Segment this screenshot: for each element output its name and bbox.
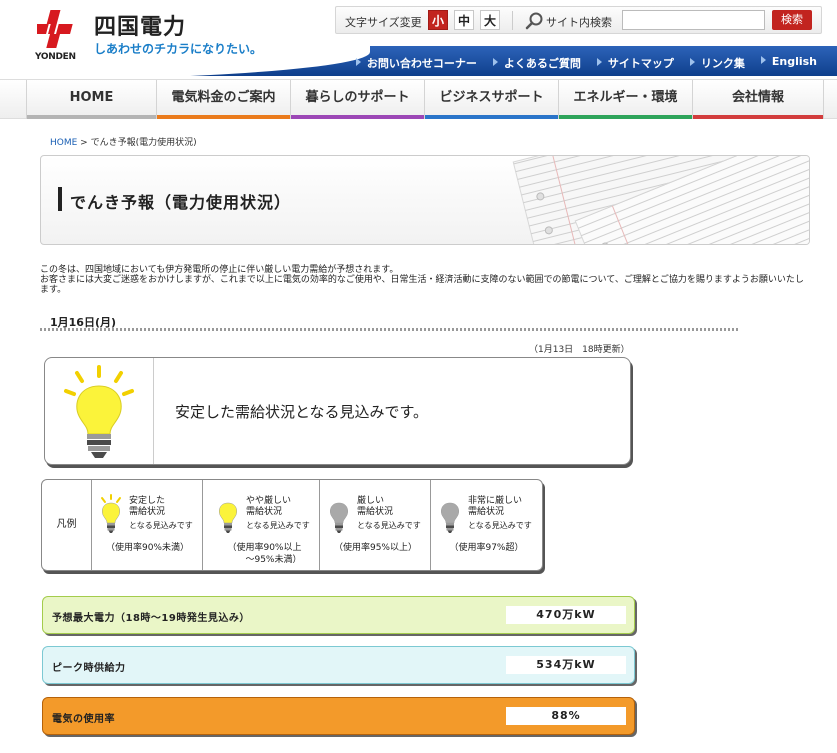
legend-title: 非常に厳しい 需給状況	[468, 496, 523, 517]
nav-color-bar	[157, 115, 290, 119]
brand-en: YONDEN	[35, 52, 76, 62]
breadcrumb-current: でんき予報(電力使用状況)	[90, 138, 197, 148]
nav-item-living-support[interactable]: 暮らしのサポート	[291, 80, 425, 119]
legend-usage: （使用率90%未満）	[105, 543, 189, 553]
page-title: でんき予報（電力使用状況）	[70, 193, 292, 212]
header-link-links[interactable]: リンク集	[689, 55, 745, 71]
breadcrumb-home-link[interactable]: HOME	[50, 138, 77, 148]
global-nav: HOME 電気料金のご案内 暮らしのサポート ビジネスサポート エネルギー・環境…	[0, 79, 837, 119]
peak-supply-box: ピーク時供給力 534万kW	[42, 646, 635, 684]
usage-rate-label: 電気の使用率	[52, 714, 115, 725]
font-size-medium-button[interactable]: 中	[454, 10, 474, 30]
breadcrumb-separator: >	[77, 138, 91, 148]
search-input[interactable]	[622, 10, 765, 30]
peak-supply-label: ピーク時供給力	[52, 663, 126, 674]
intro-line-1: この冬は、四国地域においても伊方発電所の停止に伴い厳しい電力需給が予想されます。	[40, 265, 399, 275]
legend-sub: となる見込みです	[129, 521, 193, 530]
divider	[153, 358, 154, 464]
arrow-icon	[492, 58, 498, 66]
lightbulb-icon	[219, 502, 237, 533]
divider	[512, 11, 513, 30]
nav-item-company[interactable]: 会社情報	[693, 80, 824, 119]
arrow-icon	[760, 56, 766, 64]
arrow-icon	[596, 58, 602, 66]
legend-title: やや厳しい 需給状況	[246, 496, 292, 517]
legend-box: 凡例 安定した 需給状況 となる見込みです （使用率90%未満） やや厳しい 需…	[41, 479, 543, 571]
lightbulb-icon	[101, 494, 121, 533]
search-label: サイト内検索	[546, 16, 612, 29]
header-link-english[interactable]: English	[760, 55, 817, 71]
date-underline	[40, 328, 740, 331]
legend-title: 安定した 需給状況	[129, 496, 166, 517]
nav-item-rates[interactable]: 電気料金のご案内	[157, 80, 291, 119]
page-title-box: でんき予報（電力使用状況）	[40, 155, 810, 245]
legend-sub: となる見込みです	[246, 521, 310, 530]
peak-demand-box: 予想最大電力（18時～19時発生見込み） 470万kW	[42, 596, 635, 634]
nav-item-energy-environment[interactable]: エネルギー・環境	[559, 80, 693, 119]
update-time: （1月13日 18時更新）	[529, 345, 630, 355]
nav-color-bar	[425, 115, 558, 119]
legend-item: 非常に厳しい 需給状況 となる見込みです （使用率97%超）	[431, 480, 542, 570]
nav-color-bar	[693, 115, 823, 119]
legend-item: 安定した 需給状況 となる見込みです （使用率90%未満）	[92, 480, 203, 570]
legend-item: やや厳しい 需給状況 となる見込みです （使用率90%以上 ～95%未満）	[209, 480, 320, 570]
peak-supply-value: 534万kW	[506, 656, 626, 674]
arrow-icon	[355, 58, 361, 66]
forecast-message: 安定した需給状況となる見込みです。	[175, 403, 429, 421]
intro-line-2: お客さまには大変ご迷惑をおかけしますが、これまで以上に電気の効率的なご使用や、日…	[40, 275, 804, 295]
lightbulb-icon	[330, 502, 348, 533]
brand-tagline: しあわせのチカラになりたい。	[94, 42, 263, 56]
peak-demand-label: 予想最大電力（18時～19時発生見込み）	[52, 613, 250, 624]
brand-name[interactable]: 四国電力	[94, 9, 186, 41]
yonden-logo-icon[interactable]	[37, 8, 89, 52]
legend-title: 厳しい 需給状況	[357, 496, 394, 517]
utility-bar: 文字サイズ変更 小 中 大 サイト内検索 検索	[335, 6, 822, 34]
arrow-icon	[689, 58, 695, 66]
breadcrumb: HOME > でんき予報(電力使用状況)	[50, 135, 197, 148]
nav-color-bar	[291, 115, 424, 119]
header-link-faq[interactable]: よくあるご質問	[492, 55, 581, 71]
legend-usage: （使用率97%超）	[449, 543, 524, 553]
usage-rate-box: 電気の使用率 88%	[42, 697, 635, 735]
site-header: 四国電力 YONDEN しあわせのチカラになりたい。 文字サイズ変更 小 中 大…	[0, 0, 837, 80]
nav-color-bar	[559, 115, 692, 119]
header-link-contact[interactable]: お問い合わせコーナー	[355, 55, 477, 71]
intro-text: この冬は、四国地域においても伊方発電所の停止に伴い厳しい電力需給が予想されます。…	[40, 265, 810, 295]
title-accent-bar	[58, 187, 62, 211]
nav-item-business-support[interactable]: ビジネスサポート	[425, 80, 559, 119]
legend-label: 凡例	[42, 480, 92, 570]
header-links: お問い合わせコーナー よくあるご質問 サイトマップ リンク集 English	[355, 55, 817, 71]
header-link-sitemap[interactable]: サイトマップ	[596, 55, 674, 71]
legend-item: 厳しい 需給状況 となる見込みです （使用率95%以上）	[320, 480, 431, 570]
legend-usage: （使用率95%以上）	[333, 543, 417, 553]
paper-sheets-illustration	[512, 156, 809, 244]
font-size-small-button[interactable]: 小	[428, 10, 448, 30]
peak-demand-value: 470万kW	[506, 606, 626, 624]
lightbulb-icon	[64, 365, 134, 458]
legend-usage: （使用率90%以上 ～95%未満）	[227, 543, 302, 565]
search-icon	[525, 12, 543, 30]
nav-color-bar	[27, 115, 156, 119]
forecast-box: 安定した需給状況となる見込みです。	[44, 357, 631, 465]
legend-sub: となる見込みです	[468, 521, 532, 530]
nav-item-home[interactable]: HOME	[26, 80, 157, 119]
lightbulb-icon	[441, 502, 459, 533]
font-size-label: 文字サイズ変更	[345, 16, 422, 29]
search-button[interactable]: 検索	[772, 10, 812, 30]
font-size-large-button[interactable]: 大	[480, 10, 500, 30]
legend-sub: となる見込みです	[357, 521, 421, 530]
usage-rate-value: 88%	[506, 707, 626, 725]
